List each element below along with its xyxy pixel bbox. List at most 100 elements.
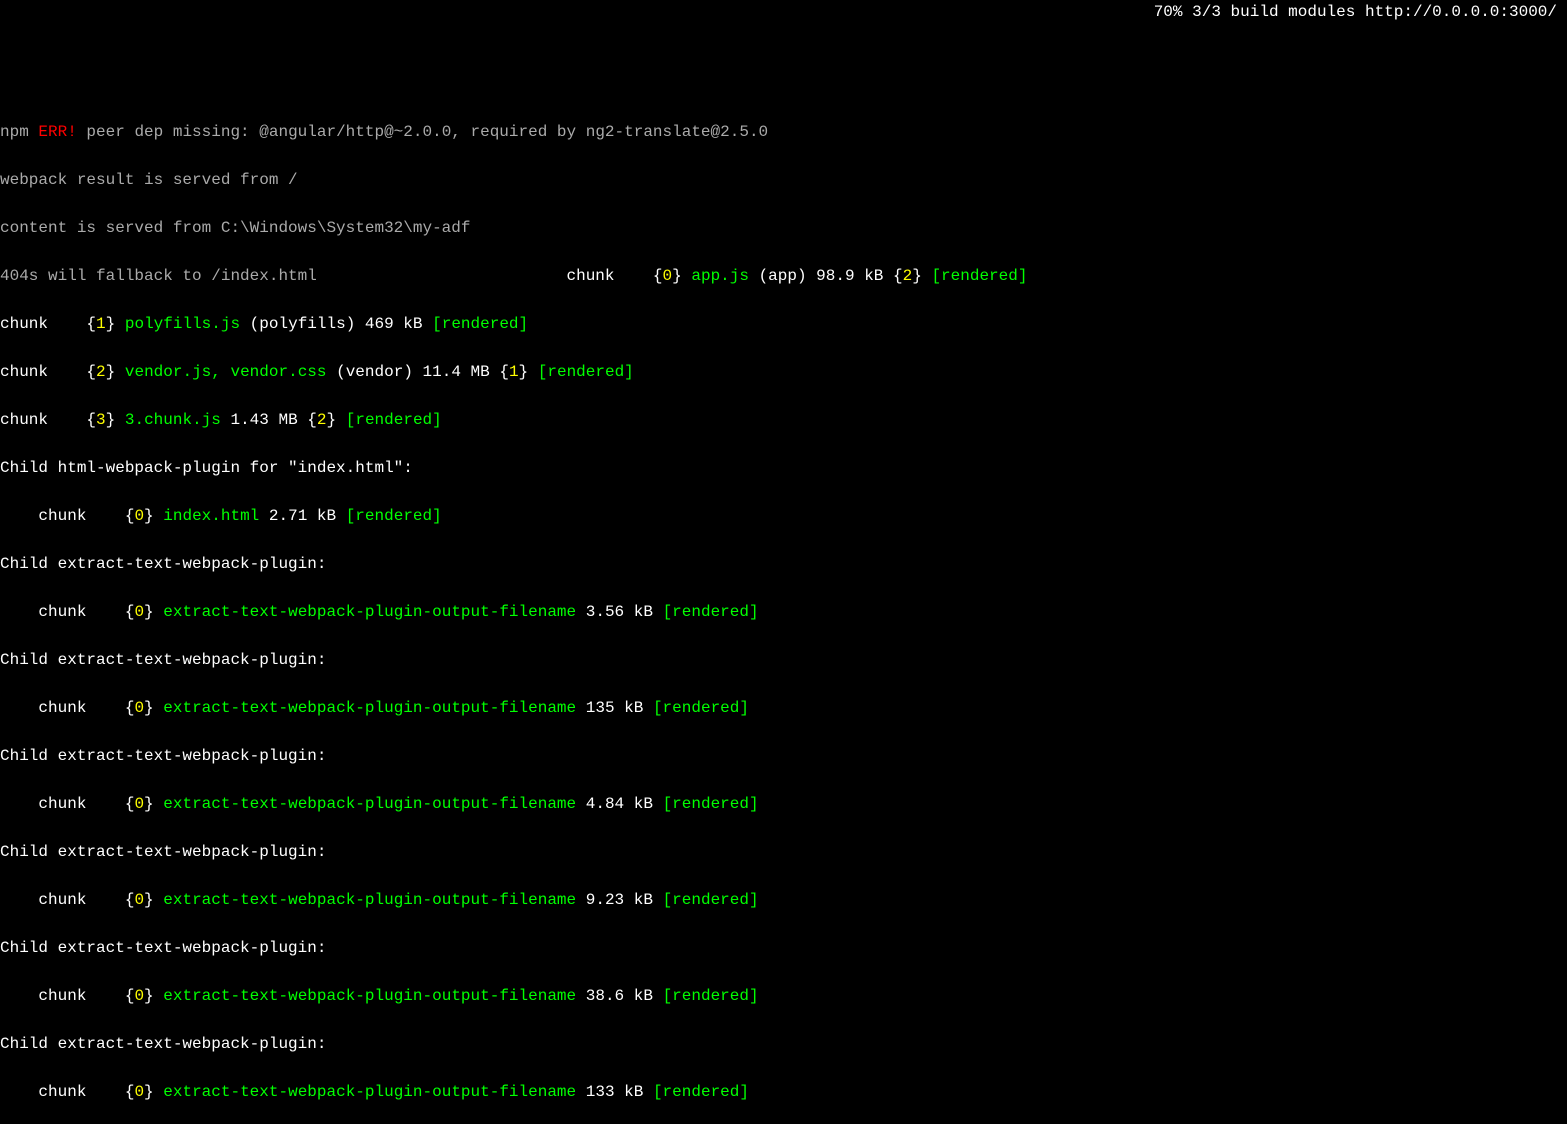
- chunk-label: chunk: [38, 699, 86, 717]
- brace: {: [653, 267, 663, 285]
- line-child-extract-1-chunk: chunk {0} extract-text-webpack-plugin-ou…: [0, 600, 1567, 624]
- brace: {: [125, 507, 135, 525]
- line-child-extract-3-chunk: chunk {0} extract-text-webpack-plugin-ou…: [0, 792, 1567, 816]
- chunk-meta: 2.71 kB: [259, 507, 345, 525]
- sp: [154, 603, 164, 621]
- chunk-file: vendor.js, vendor.css: [125, 363, 327, 381]
- brace: {: [86, 363, 96, 381]
- npm-label: npm: [0, 123, 29, 141]
- sp: [115, 411, 125, 429]
- brace: {: [499, 363, 509, 381]
- sp: [682, 267, 692, 285]
- chunk-label: chunk: [38, 507, 86, 525]
- line-child-extract-4: Child extract-text-webpack-plugin:: [0, 840, 1567, 864]
- line-child-extract-2: Child extract-text-webpack-plugin:: [0, 648, 1567, 672]
- sp: [336, 411, 346, 429]
- fallback-text: 404s will fallback to /index.html: [0, 267, 317, 285]
- line-chunk-2: chunk {2} vendor.js, vendor.css (vendor)…: [0, 360, 1567, 384]
- sp: [115, 315, 125, 333]
- chunk-meta: 38.6 kB: [576, 987, 662, 1005]
- brace: {: [125, 1083, 135, 1101]
- chunk-file: index.html: [163, 507, 259, 525]
- line-fallback-chunk0: 404s will fallback to /index.html chunk …: [0, 264, 1567, 288]
- chunk-label: chunk: [0, 363, 48, 381]
- pad: [0, 699, 38, 717]
- err-msg: peer dep missing: @angular/http@~2.0.0, …: [77, 123, 768, 141]
- chunk-file: extract-text-webpack-plugin-output-filen…: [163, 603, 576, 621]
- sp: [115, 363, 125, 381]
- rendered-label: [rendered]: [931, 267, 1027, 285]
- line-chunk-3: chunk {3} 3.chunk.js 1.43 MB {2} [render…: [0, 408, 1567, 432]
- pad: [86, 699, 124, 717]
- terminal-output: npm ERR! peer dep missing: @angular/http…: [0, 96, 1567, 1124]
- chunk-file: 3.chunk.js: [125, 411, 221, 429]
- chunk-meta: 4.84 kB: [576, 795, 662, 813]
- brace: {: [125, 795, 135, 813]
- status-percent: 70%: [1154, 3, 1183, 21]
- line-child-html: Child html-webpack-plugin for "index.htm…: [0, 456, 1567, 480]
- chunk-file: app.js: [691, 267, 749, 285]
- brace: }: [144, 891, 154, 909]
- chunk-meta: (app) 98.9 kB: [749, 267, 893, 285]
- pad: [48, 411, 86, 429]
- chunk-dep: 2: [317, 411, 327, 429]
- pad: [0, 987, 38, 1005]
- chunk-label: chunk: [38, 891, 86, 909]
- brace: }: [519, 363, 529, 381]
- pad: [48, 363, 86, 381]
- chunk-meta: 133 kB: [576, 1083, 653, 1101]
- line-child-extract-2-chunk: chunk {0} extract-text-webpack-plugin-ou…: [0, 696, 1567, 720]
- pad: [86, 987, 124, 1005]
- line-child-extract-6: Child extract-text-webpack-plugin:: [0, 1032, 1567, 1056]
- pad: [317, 267, 567, 285]
- brace: }: [144, 507, 154, 525]
- chunk-label: chunk: [38, 603, 86, 621]
- status-count: 3/3: [1192, 3, 1221, 21]
- pad: [86, 891, 124, 909]
- line-child-extract-3: Child extract-text-webpack-plugin:: [0, 744, 1567, 768]
- brace: }: [106, 315, 116, 333]
- chunk-meta: 9.23 kB: [576, 891, 662, 909]
- chunk-label: chunk: [38, 1083, 86, 1101]
- pad: [0, 507, 38, 525]
- line-child-extract-5-chunk: chunk {0} extract-text-webpack-plugin-ou…: [0, 984, 1567, 1008]
- rendered-label: [rendered]: [653, 1083, 749, 1101]
- pad: [0, 1083, 38, 1101]
- chunk-num: 0: [134, 507, 144, 525]
- chunk-file: extract-text-webpack-plugin-output-filen…: [163, 795, 576, 813]
- rendered-label: [rendered]: [346, 411, 442, 429]
- chunk-file: polyfills.js: [125, 315, 240, 333]
- sp: [154, 1083, 164, 1101]
- chunk-file: extract-text-webpack-plugin-output-filen…: [163, 891, 576, 909]
- chunk-num: 3: [96, 411, 106, 429]
- brace: {: [86, 315, 96, 333]
- sp: [154, 795, 164, 813]
- chunk-meta: (vendor) 11.4 MB: [327, 363, 500, 381]
- line-child-extract-5: Child extract-text-webpack-plugin:: [0, 936, 1567, 960]
- rendered-label: [rendered]: [653, 699, 749, 717]
- chunk-num: 2: [96, 363, 106, 381]
- rendered-label: [rendered]: [538, 363, 634, 381]
- status-label: build modules: [1231, 3, 1356, 21]
- brace: }: [144, 603, 154, 621]
- rendered-label: [rendered]: [663, 795, 759, 813]
- rendered-label: [rendered]: [346, 507, 442, 525]
- brace: {: [893, 267, 903, 285]
- rendered-label: [rendered]: [432, 315, 528, 333]
- chunk-num: 0: [134, 891, 144, 909]
- brace: {: [307, 411, 317, 429]
- chunk-num: 0: [134, 699, 144, 717]
- sp: [528, 363, 538, 381]
- line-child-extract-1: Child extract-text-webpack-plugin:: [0, 552, 1567, 576]
- brace: }: [106, 363, 116, 381]
- chunk-label: chunk: [38, 795, 86, 813]
- chunk-meta: (polyfills) 469 kB: [240, 315, 432, 333]
- chunk-file: extract-text-webpack-plugin-output-filen…: [163, 699, 576, 717]
- rendered-label: [rendered]: [663, 603, 759, 621]
- pad: [86, 1083, 124, 1101]
- sp: [154, 987, 164, 1005]
- brace: {: [125, 699, 135, 717]
- brace: }: [106, 411, 116, 429]
- chunk-meta: 3.56 kB: [576, 603, 662, 621]
- chunk-num: 0: [134, 795, 144, 813]
